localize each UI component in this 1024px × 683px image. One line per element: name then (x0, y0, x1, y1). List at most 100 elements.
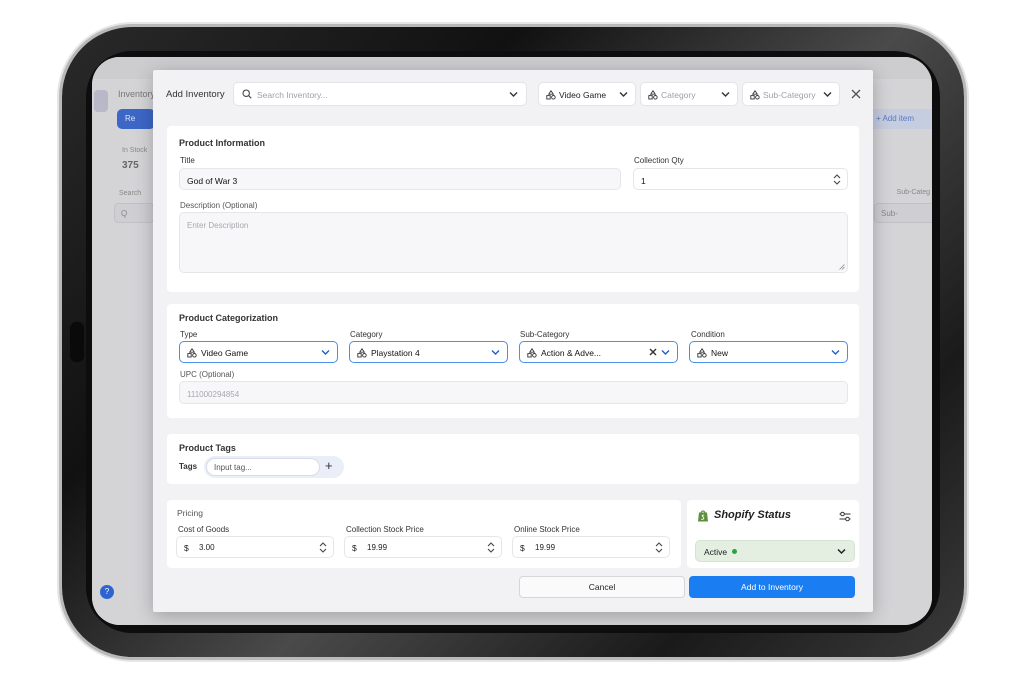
background-subcategory-select: Sub- (874, 203, 932, 223)
subcategory-select[interactable]: Action & Adve... (519, 341, 678, 363)
shapes-icon (750, 90, 760, 100)
close-icon[interactable] (851, 89, 861, 99)
shopify-status-title: Shopify Status (714, 509, 792, 521)
chevron-down-icon (321, 350, 330, 355)
tags-label: Tags (179, 462, 198, 471)
chevron-down-icon (837, 548, 846, 555)
stage: Inventory Re + Add item In Stock 375 Sea… (0, 0, 1024, 683)
background-search-label: Search (119, 190, 142, 197)
background-add-button: + Add item (868, 109, 932, 129)
currency-symbol: $ (520, 543, 525, 553)
shapes-icon (187, 348, 197, 358)
shopify-bag-icon (698, 510, 708, 522)
chevron-down-icon (823, 92, 832, 97)
collection-qty-value: 1 (641, 176, 646, 186)
upc-label: UPC (Optional) (180, 370, 235, 379)
filter-category-placeholder: Category (661, 90, 696, 100)
filter-type-value: Video Game (559, 90, 607, 100)
resize-handle-icon[interactable] (839, 264, 845, 270)
category-select[interactable]: Playstation 4 (349, 341, 508, 363)
pricing-heading: Pricing (177, 508, 203, 518)
shopify-status-select[interactable]: Active (695, 540, 855, 562)
background-stat-value: 375 (122, 160, 139, 171)
tablet-screen: Inventory Re + Add item In Stock 375 Sea… (92, 57, 932, 625)
condition-select[interactable]: New (689, 341, 848, 363)
add-inventory-modal: Add Inventory Search Inventory... Video … (153, 70, 873, 612)
chevron-down-icon (661, 350, 670, 355)
cancel-button[interactable]: Cancel (519, 576, 685, 598)
help-badge[interactable]: ? (100, 585, 114, 599)
background-primary-button: Re (117, 109, 155, 129)
type-label: Type (180, 330, 198, 339)
shapes-icon (546, 90, 556, 100)
shapes-icon (697, 348, 707, 358)
status-indicator-dot (732, 549, 737, 554)
product-information-card: Product Information Title God of War 3 C… (167, 126, 859, 292)
categorization-heading: Product Categorization (179, 313, 279, 323)
shapes-icon (357, 348, 367, 358)
clear-icon[interactable] (649, 348, 657, 356)
filter-category-select[interactable]: Category (640, 82, 738, 106)
collection-price-label: Collection Stock Price (346, 525, 424, 534)
add-to-inventory-button[interactable]: Add to Inventory (689, 576, 855, 598)
upc-input[interactable]: 111000294854 (179, 381, 848, 404)
type-value: Video Game (201, 348, 249, 358)
title-input[interactable]: God of War 3 (179, 168, 621, 190)
collection-qty-stepper[interactable]: 1 (633, 168, 848, 190)
filter-subcategory-placeholder: Sub-Category (763, 90, 816, 100)
shapes-icon (648, 90, 658, 100)
cost-of-goods-label: Cost of Goods (178, 525, 230, 534)
stepper-icon[interactable] (655, 541, 663, 554)
stepper-icon[interactable] (487, 541, 495, 554)
stepper-icon[interactable] (833, 173, 841, 186)
currency-symbol: $ (184, 543, 189, 553)
chevron-down-icon (509, 92, 518, 97)
product-categorization-card: Product Categorization Type Video Game C… (167, 304, 859, 418)
add-tag-button[interactable]: + (325, 458, 333, 473)
background-page-title: Inventory (118, 89, 156, 99)
title-label: Title (180, 156, 195, 165)
online-price-input[interactable]: $ 19.99 (512, 536, 670, 558)
currency-symbol: $ (352, 543, 357, 553)
filter-subcategory-select[interactable]: Sub-Category (742, 82, 840, 106)
settings-sliders-icon[interactable] (839, 511, 851, 522)
subcategory-label: Sub-Category (520, 330, 570, 339)
search-placeholder: Search Inventory... (257, 90, 328, 100)
tag-input[interactable]: Input tag... (206, 458, 320, 476)
filter-type-select[interactable]: Video Game (538, 82, 636, 106)
collection-qty-label: Collection Qty (634, 156, 684, 165)
tags-heading: Product Tags (179, 443, 236, 453)
product-information-heading: Product Information (179, 138, 265, 148)
description-textarea[interactable]: Enter Description (179, 212, 848, 273)
chevron-down-icon (491, 350, 500, 355)
condition-label: Condition (691, 330, 725, 339)
condition-value: New (711, 348, 729, 358)
type-select[interactable]: Video Game (179, 341, 338, 363)
shopify-status-card: Shopify Status Active (687, 500, 859, 568)
stepper-icon[interactable] (319, 541, 327, 554)
upc-placeholder: 111000294854 (187, 390, 240, 399)
background-sidebar-chip (94, 90, 108, 112)
category-label: Category (350, 330, 383, 339)
tags-input-group: Input tag... + (204, 456, 344, 478)
chevron-down-icon (831, 350, 840, 355)
tablet-side-button (70, 322, 84, 362)
background-subcategory-label: Sub-Categ (896, 189, 930, 196)
modal-header: Add Inventory Search Inventory... Video … (153, 70, 873, 118)
category-value: Playstation 4 (371, 348, 420, 358)
collection-price-input[interactable]: $ 19.99 (344, 536, 502, 558)
chevron-down-icon (721, 92, 730, 97)
search-icon (242, 89, 252, 99)
description-label: Description (Optional) (180, 201, 258, 210)
background-search-input: Q (114, 203, 154, 223)
subcategory-value: Action & Adve... (541, 348, 602, 358)
title-value: God of War 3 (187, 176, 238, 186)
cost-of-goods-input[interactable]: $ 3.00 (176, 536, 334, 558)
shapes-icon (527, 348, 537, 358)
search-inventory-input[interactable]: Search Inventory... (233, 82, 527, 106)
tag-input-placeholder: Input tag... (214, 463, 252, 472)
description-placeholder: Enter Description (187, 221, 249, 230)
chevron-down-icon (619, 92, 628, 97)
online-price-value: 19.99 (535, 543, 556, 552)
shopify-status-value: Active (704, 547, 728, 557)
